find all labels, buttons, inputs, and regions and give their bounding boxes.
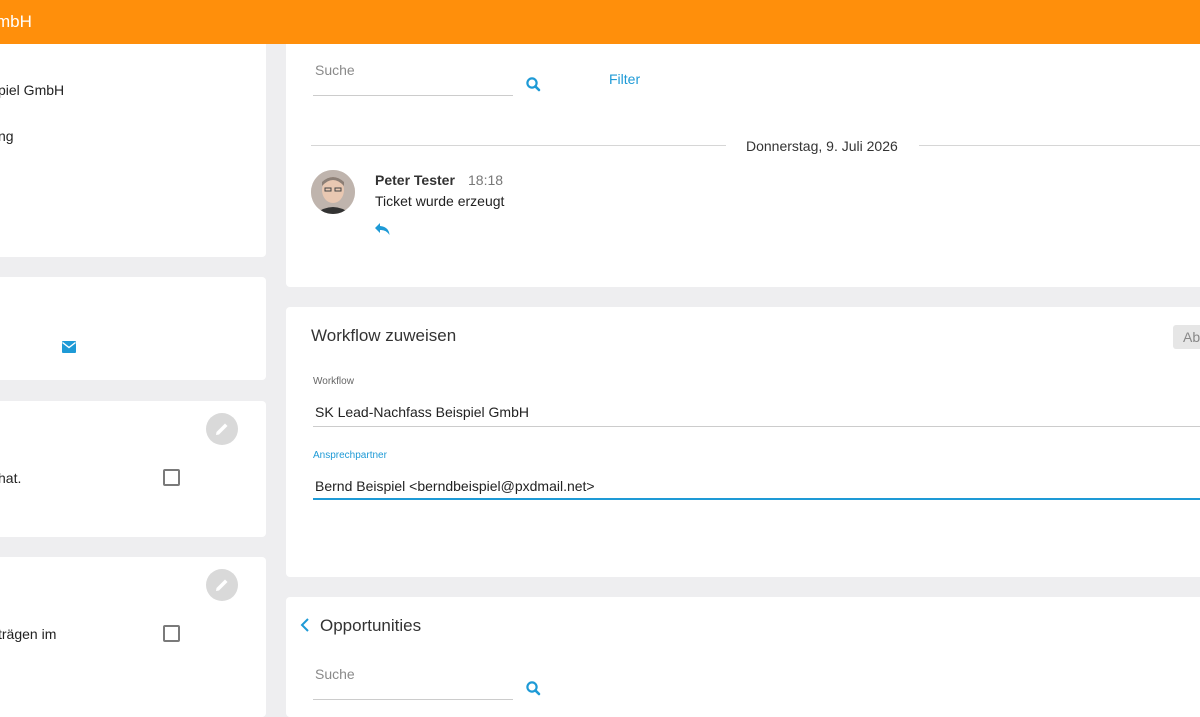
option-2-text: trägen im xyxy=(0,626,57,642)
option-1-text: hat. xyxy=(0,470,22,486)
contact-field-underline xyxy=(313,498,1200,500)
opportunities-search-field[interactable] xyxy=(313,649,513,700)
app-header: mbH xyxy=(0,0,1200,44)
edit-button-2[interactable] xyxy=(206,569,238,601)
left-card-contact xyxy=(0,277,266,380)
company-detail-text: ng xyxy=(0,128,14,144)
feed-search-input[interactable] xyxy=(313,61,513,79)
left-card-company xyxy=(0,44,266,257)
company-name-text: piel GmbH xyxy=(0,82,65,98)
envelope-icon[interactable] xyxy=(62,341,76,353)
avatar xyxy=(311,170,355,214)
entry-author: Peter Tester xyxy=(375,172,455,188)
option-1-checkbox[interactable] xyxy=(163,469,180,486)
workflow-title: Workflow zuweisen xyxy=(311,326,457,345)
feed-search-field[interactable] xyxy=(313,45,513,96)
opportunities-title: Opportunities xyxy=(320,616,422,635)
date-divider-right xyxy=(919,145,1200,146)
date-divider-left xyxy=(311,145,726,146)
search-icon[interactable] xyxy=(525,680,543,698)
abort-button[interactable]: Ab xyxy=(1173,325,1200,349)
option-2-checkbox[interactable] xyxy=(163,625,180,642)
feed-date-label: Donnerstag, 9. Juli 2026 xyxy=(746,138,898,154)
entry-time: 18:18 xyxy=(468,172,504,188)
workflow-field-underline xyxy=(313,426,1200,427)
edit-button-1[interactable] xyxy=(206,413,238,445)
header-title: mbH xyxy=(0,12,32,31)
workflow-card xyxy=(286,307,1200,577)
workflow-select[interactable]: SK Lead-Nachfass Beispiel GmbH xyxy=(315,404,529,420)
opportunities-search-input[interactable] xyxy=(313,665,513,683)
workflow-field-label: Workflow xyxy=(313,376,354,387)
contact-field-label: Ansprechpartner xyxy=(313,450,387,461)
search-icon[interactable] xyxy=(525,76,543,94)
chevron-left-icon[interactable] xyxy=(300,617,310,633)
pencil-icon xyxy=(216,579,228,591)
filter-link[interactable]: Filter xyxy=(609,71,640,87)
reply-icon[interactable] xyxy=(374,222,391,236)
pencil-icon xyxy=(216,423,228,435)
entry-message: Ticket wurde erzeugt xyxy=(375,193,505,209)
contact-input[interactable]: Bernd Beispiel <berndbeispiel@pxdmail.ne… xyxy=(315,478,595,494)
